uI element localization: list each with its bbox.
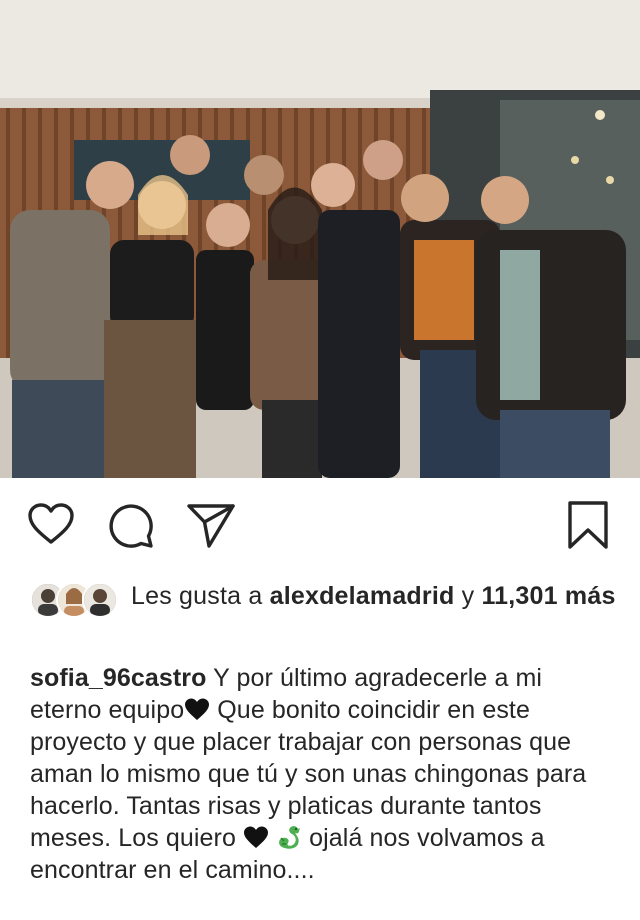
likes-prefix: Les gusta a: [131, 582, 270, 610]
likes-more-link[interactable]: más: [565, 582, 616, 610]
liker-username-link[interactable]: alexdelamadrid: [270, 582, 455, 610]
black-heart-emoji-icon: [243, 825, 269, 849]
post-caption: sofia_96castro Y por último agradecerle …: [30, 662, 620, 886]
avatar: [82, 582, 118, 618]
black-heart-emoji-icon: [184, 697, 210, 721]
likes-count-link[interactable]: 11,301: [481, 582, 557, 610]
caption-username-link[interactable]: sofia_96castro: [30, 664, 207, 692]
likes-text: Les gusta a alexdelamadrid y 11,301 más: [131, 580, 621, 612]
likes-connector: y: [454, 582, 482, 610]
group-photo-illustration: [0, 0, 640, 478]
bookmark-icon: [568, 501, 608, 549]
post-photo[interactable]: [0, 0, 640, 478]
paper-plane-icon: [187, 504, 235, 548]
share-button[interactable]: [186, 502, 236, 548]
comment-button[interactable]: [107, 502, 155, 548]
heart-outline-icon: [28, 503, 74, 544]
save-button[interactable]: [566, 500, 610, 550]
liker-avatars[interactable]: [30, 582, 122, 618]
comment-bubble-icon: [109, 504, 153, 548]
dragon-emoji-icon: [276, 823, 302, 851]
like-button[interactable]: [27, 502, 75, 546]
